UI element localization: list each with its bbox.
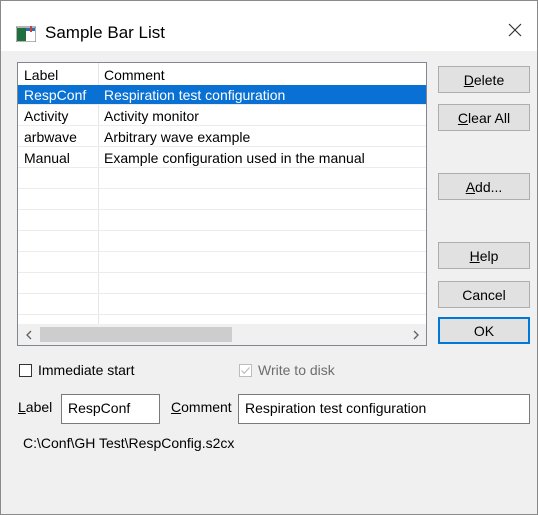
delete-button[interactable]: Delete xyxy=(438,66,530,93)
mnemonic: C xyxy=(171,399,182,415)
write-to-disk-checkbox xyxy=(239,363,252,377)
mnemonic: D xyxy=(463,71,474,88)
app-icon xyxy=(15,26,37,43)
empty-row xyxy=(18,295,426,315)
caption-text: abel xyxy=(25,399,53,415)
add-button[interactable]: Add... xyxy=(438,173,530,200)
write-to-disk-label: Write to disk xyxy=(258,362,335,378)
title-bar[interactable]: Sample Bar List xyxy=(1,1,537,51)
mnemonic: C xyxy=(457,109,469,126)
button-text: dd... xyxy=(475,178,503,195)
scrollbar-thumb[interactable] xyxy=(40,327,232,342)
cancel-button[interactable]: Cancel xyxy=(438,281,530,308)
immediate-start-label: Immediate start xyxy=(38,362,135,378)
label-field-caption: Label xyxy=(18,399,52,415)
row-comment: Respiration test configuration xyxy=(104,87,286,103)
scroll-left-button[interactable] xyxy=(18,324,39,345)
chevron-right-icon xyxy=(413,330,419,339)
button-text: elp xyxy=(479,247,499,264)
empty-row xyxy=(18,169,426,189)
help-button[interactable]: Help xyxy=(438,242,530,269)
caption-text: omment xyxy=(181,399,232,415)
clear-all-button[interactable]: Clear All xyxy=(438,104,530,131)
row-label: RespConf xyxy=(24,87,87,103)
file-path: C:\Conf\GH Test\RespConfig.s2cx xyxy=(23,435,235,451)
comment-field-caption: Comment xyxy=(171,399,232,415)
list-row-respconf[interactable]: RespConf Respiration test configuration xyxy=(18,85,426,105)
write-to-disk-option: Write to disk xyxy=(239,362,335,378)
immediate-start-option[interactable]: Immediate start xyxy=(19,362,134,378)
scroll-right-button[interactable] xyxy=(405,324,426,345)
close-icon xyxy=(508,23,522,37)
row-label: arbwave xyxy=(24,129,77,145)
row-label: Manual xyxy=(24,150,70,166)
button-text: lear All xyxy=(468,109,511,126)
row-comment: Example configuration used in the manual xyxy=(104,150,365,166)
mnemonic: H xyxy=(469,247,480,264)
checkmark-icon xyxy=(241,366,250,374)
close-button[interactable] xyxy=(493,15,537,45)
immediate-start-checkbox[interactable] xyxy=(19,363,32,377)
empty-row xyxy=(18,211,426,231)
label-input[interactable]: RespConf xyxy=(61,394,160,424)
row-comment: Activity monitor xyxy=(104,108,199,124)
column-header-comment[interactable]: Comment xyxy=(104,67,165,83)
mnemonic: A xyxy=(465,178,476,195)
window-title: Sample Bar List xyxy=(45,23,165,42)
empty-row xyxy=(18,253,426,273)
row-label: Activity xyxy=(24,108,69,124)
column-header-label[interactable]: Label xyxy=(24,67,58,83)
bar-list-body: Label Comment RespConf Respiration test … xyxy=(18,63,426,324)
button-text: elete xyxy=(473,71,505,88)
mnemonic: L xyxy=(18,399,26,415)
ok-button[interactable]: OK xyxy=(438,317,530,344)
horizontal-scrollbar[interactable] xyxy=(18,324,426,345)
bar-list[interactable]: Label Comment RespConf Respiration test … xyxy=(17,62,427,346)
comment-input[interactable]: Respiration test configuration xyxy=(238,394,530,424)
chevron-left-icon xyxy=(25,330,31,339)
empty-row xyxy=(18,232,426,252)
list-row-manual[interactable]: Manual Example configuration used in the… xyxy=(18,148,426,168)
list-row-arbwave[interactable]: arbwave Arbitrary wave example xyxy=(18,127,426,147)
dialog-window: Sample Bar List Label Comment RespConf R… xyxy=(0,0,538,515)
empty-row xyxy=(18,190,426,210)
empty-row xyxy=(18,274,426,294)
list-row-activity[interactable]: Activity Activity monitor xyxy=(18,106,426,126)
list-header: Label Comment xyxy=(18,63,426,85)
row-comment: Arbitrary wave example xyxy=(104,129,251,145)
